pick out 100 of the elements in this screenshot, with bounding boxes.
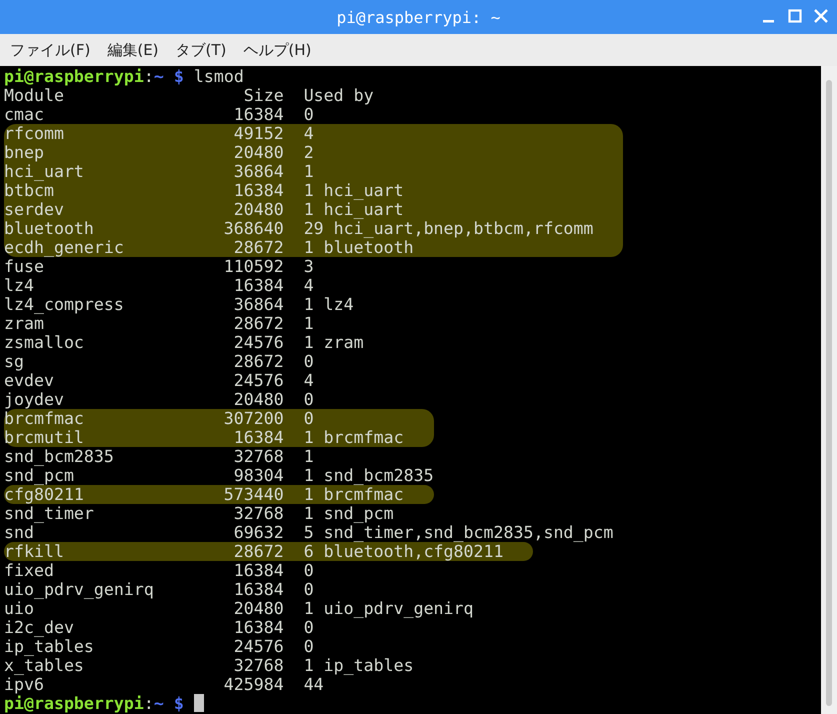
- module-name: uio: [4, 599, 35, 618]
- module-size: 20480: [232, 143, 284, 162]
- used-by-text: 1: [304, 447, 314, 466]
- module-size: 16384: [232, 276, 284, 295]
- command-text: lsmod: [194, 67, 244, 86]
- used-by-text: 0: [304, 580, 314, 599]
- module-name: snd_timer: [4, 504, 95, 523]
- used-by-text: 29 hci_uart,bnep,btbcm,rfcomm: [304, 219, 594, 238]
- used-by-text: 1 lz4: [304, 295, 354, 314]
- prompt-separator: :: [144, 67, 154, 86]
- used-by-text: 1 bluetooth: [304, 238, 414, 257]
- module-name: snd_bcm2835: [4, 447, 115, 466]
- module-size: 307200: [222, 409, 284, 428]
- prompt-symbol: $: [174, 694, 184, 713]
- module-size: 20480: [232, 599, 284, 618]
- module-size: 49152: [232, 124, 284, 143]
- module-name: cfg80211: [4, 485, 85, 504]
- used-by-text: 5 snd_timer,snd_bcm2835,snd_pcm: [304, 523, 614, 542]
- module-name: zram: [4, 314, 45, 333]
- module-size: 28672: [232, 542, 284, 561]
- module-size: 24576: [232, 637, 284, 656]
- module-size: 32768: [232, 656, 284, 675]
- prompt-user-host: pi@raspberrypi: [4, 694, 144, 713]
- module-name: lz4: [4, 276, 35, 295]
- module-name: x_tables: [4, 656, 85, 675]
- module-name: btbcm: [4, 181, 55, 200]
- used-by-text: 0: [304, 561, 314, 580]
- module-name: cmac: [4, 105, 45, 124]
- used-by-text: 1 brcmfmac: [304, 485, 404, 504]
- module-name: uio_pdrv_genirq: [4, 580, 155, 599]
- used-by-text: 4: [304, 124, 314, 143]
- module-size: 368640: [222, 219, 284, 238]
- module-name: ip_tables: [4, 637, 95, 656]
- module-size: 16384: [232, 561, 284, 580]
- module-size: 28672: [232, 238, 284, 257]
- used-by-text: 0: [304, 637, 314, 656]
- prompt-path: ~: [154, 694, 164, 713]
- used-by-text: 0: [304, 105, 314, 124]
- module-size: 24576: [232, 333, 284, 352]
- module-name: bluetooth: [4, 219, 95, 238]
- module-size: 32768: [232, 504, 284, 523]
- module-size: 36864: [232, 162, 284, 181]
- module-name: rfcomm: [4, 124, 65, 143]
- module-size: 28672: [232, 352, 284, 371]
- module-name: brcmutil: [4, 428, 85, 447]
- module-name: hci_uart: [4, 162, 85, 181]
- used-by-text: 0: [304, 390, 314, 409]
- maximize-icon[interactable]: [787, 8, 803, 24]
- used-by-text: 0: [304, 409, 314, 428]
- close-icon[interactable]: [813, 8, 829, 24]
- module-size: 98304: [232, 466, 284, 485]
- menu-item[interactable]: 編集(E): [107, 40, 159, 60]
- used-by-text: 44: [304, 675, 324, 694]
- scrollbar[interactable]: [821, 66, 837, 714]
- module-size: 16384: [232, 428, 284, 447]
- module-size: 16384: [232, 580, 284, 599]
- module-size: 28672: [232, 314, 284, 333]
- module-name: bnep: [4, 143, 45, 162]
- used-by-text: 6 bluetooth,cfg80211: [304, 542, 504, 561]
- used-by-text: 1 brcmfmac: [304, 428, 404, 447]
- menu-item[interactable]: ヘルプ(H): [243, 40, 312, 60]
- used-by-text: 1 hci_uart: [304, 181, 404, 200]
- module-name: i2c_dev: [4, 618, 75, 637]
- module-name: sg: [4, 352, 25, 371]
- module-size: 20480: [232, 390, 284, 409]
- module-size: 425984: [222, 675, 284, 694]
- used-by-text: 1 ip_tables: [304, 656, 414, 675]
- module-name: fuse: [4, 257, 45, 276]
- column-header: Used by: [304, 86, 374, 105]
- module-name: joydev: [4, 390, 65, 409]
- used-by-text: 1 snd_bcm2835: [304, 466, 434, 485]
- used-by-text: 1 uio_pdrv_genirq: [304, 599, 474, 618]
- used-by-text: 2: [304, 143, 314, 162]
- module-name: ipv6: [4, 675, 45, 694]
- used-by-text: 1: [304, 314, 314, 333]
- module-size: 16384: [232, 618, 284, 637]
- module-name: snd: [4, 523, 35, 542]
- used-by-text: 1: [304, 162, 314, 181]
- window-title: pi@raspberrypi: ~: [336, 8, 500, 26]
- module-size: 16384: [232, 105, 284, 124]
- used-by-text: 1 hci_uart: [304, 200, 404, 219]
- module-size: 69632: [232, 523, 284, 542]
- used-by-text: 1 snd_pcm: [304, 504, 394, 523]
- used-by-text: 4: [304, 371, 314, 390]
- module-name: zsmalloc: [4, 333, 85, 352]
- module-name: fixed: [4, 561, 55, 580]
- module-size: 32768: [232, 447, 284, 466]
- column-header: Size: [242, 86, 284, 105]
- module-size: 36864: [232, 295, 284, 314]
- used-by-text: 0: [304, 352, 314, 371]
- module-name: snd_pcm: [4, 466, 75, 485]
- module-name: lz4_compress: [4, 295, 125, 314]
- menu-item[interactable]: タブ(T): [176, 40, 226, 60]
- scrollbar-thumb[interactable]: [826, 80, 832, 706]
- module-size: 16384: [232, 181, 284, 200]
- menu-item[interactable]: ファイル(F): [10, 40, 90, 60]
- module-name: ecdh_generic: [4, 238, 125, 257]
- prompt-user-host: pi@raspberrypi: [4, 67, 144, 86]
- module-name: serdev: [4, 200, 65, 219]
- used-by-text: 1 zram: [304, 333, 364, 352]
